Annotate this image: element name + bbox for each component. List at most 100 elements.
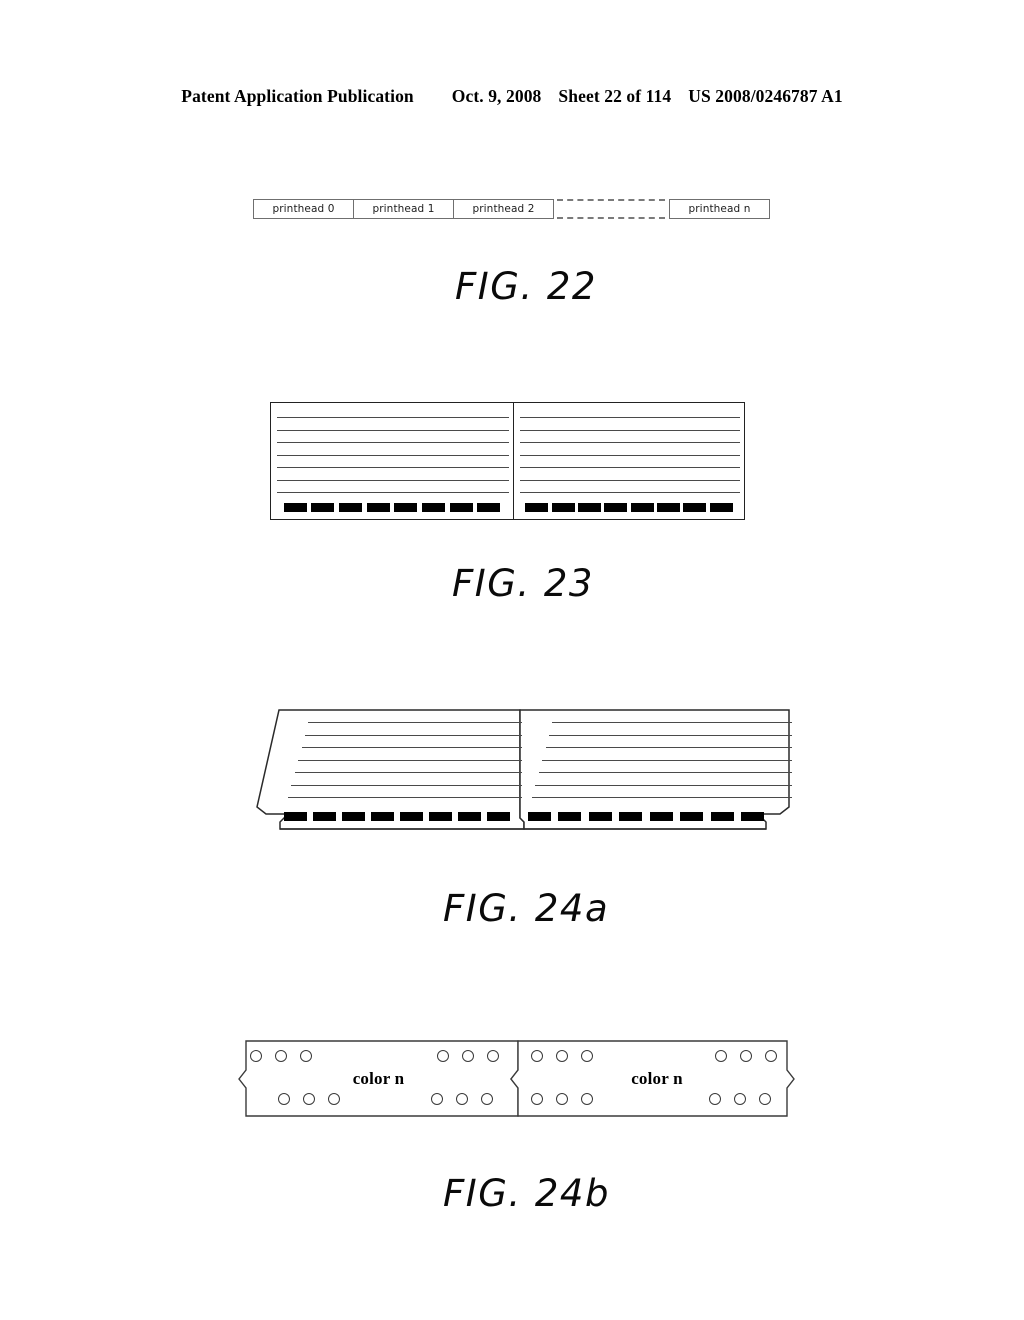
- fig23-nozzle: [683, 502, 707, 512]
- fig23-nozzle: [477, 502, 501, 512]
- fig23-panel-right: [513, 402, 745, 520]
- fig23-hline: [277, 442, 509, 443]
- fig24b-hole-group: [278, 1093, 340, 1105]
- fig23-nozzle: [338, 502, 362, 512]
- printhead-box-label: printhead n: [688, 203, 751, 215]
- fig24a-hline: [308, 722, 522, 723]
- fig24a-panel-right: [522, 708, 792, 832]
- fig24b-caption: FIG. 24b: [443, 1172, 610, 1215]
- fig23-hline: [277, 429, 509, 431]
- fig23-nozzle: [449, 502, 473, 512]
- fig24b-color-label: color n: [631, 1069, 683, 1088]
- fig24a-nozzle: [649, 811, 673, 821]
- fig23-hline: [277, 492, 509, 493]
- fig24b-nozzle-hole: [709, 1093, 721, 1105]
- fig24a-hline: [539, 772, 792, 773]
- header-date: Oct. 9, 2008: [451, 86, 542, 106]
- fig24b-notched-printhead-pair: color n color n: [238, 1039, 795, 1119]
- fig24a-nozzle-row: [284, 811, 510, 821]
- fig24a-nozzle: [342, 811, 365, 821]
- fig24a-hline: [305, 734, 522, 736]
- fig22-printhead-strip: printhead 0 printhead 1 printhead 2 prin…: [253, 199, 770, 219]
- printhead-box-label: printhead 1: [372, 203, 435, 215]
- fig23-nozzle: [283, 502, 307, 512]
- fig24b-hole-group: [431, 1093, 493, 1105]
- fig23-nozzle-row: [514, 502, 744, 512]
- page-header: Patent Application Publication Oct. 9, 2…: [0, 86, 1024, 112]
- fig24a-caption: FIG. 24a: [443, 887, 610, 930]
- fig24a-hline: [295, 772, 522, 773]
- fig24a-hline: [542, 759, 792, 761]
- fig23-hline: [520, 429, 740, 431]
- fig24b-nozzle-hole: [462, 1050, 474, 1062]
- fig24a-nozzle: [710, 811, 734, 821]
- fig24a-nozzle: [528, 811, 551, 821]
- fig24a-nozzle: [619, 811, 643, 821]
- fig24a-nozzle: [558, 811, 582, 821]
- fig24a-nozzle: [284, 811, 307, 821]
- fig23-nozzle: [604, 502, 628, 512]
- fig24a-hline: [291, 784, 522, 786]
- fig23-panel-left: [270, 402, 514, 520]
- fig24a-panel-left: [252, 708, 522, 832]
- fig24b-nozzle-hole: [278, 1093, 290, 1105]
- fig24a-nozzle: [487, 811, 510, 821]
- ellipsis-dash-top: [557, 199, 665, 201]
- fig23-hline: [277, 417, 509, 418]
- fig23-nozzle: [311, 502, 335, 512]
- printhead-box-0: printhead 0: [253, 199, 354, 219]
- fig23-nozzle-row: [271, 502, 513, 512]
- fig24b-hole-group: [437, 1050, 499, 1062]
- fig24a-hline: [535, 784, 792, 786]
- fig23-caption: FIG. 23: [452, 562, 594, 605]
- fig24a-slanted-printhead-pair: [252, 708, 792, 832]
- printhead-box-n: printhead n: [669, 199, 770, 219]
- fig24b-nozzle-hole: [481, 1093, 493, 1105]
- fig23-nozzle: [366, 502, 390, 512]
- fig24b-panel-right: color n: [519, 1039, 795, 1119]
- fig23-hline: [277, 479, 509, 481]
- fig24a-nozzle: [400, 811, 423, 821]
- fig24a-nozzle: [740, 811, 764, 821]
- fig23-nozzle: [421, 502, 445, 512]
- fig24a-hline: [552, 722, 792, 723]
- fig23-nozzle: [394, 502, 418, 512]
- fig24b-panel-left: color n: [238, 1039, 519, 1119]
- fig23-hline: [520, 454, 740, 456]
- fig24b-nozzle-hole: [531, 1093, 543, 1105]
- fig24a-hline: [298, 759, 522, 761]
- fig24b-nozzle-hole: [531, 1050, 543, 1062]
- fig23-hline: [277, 467, 509, 468]
- fig24b-nozzle-hole: [250, 1050, 262, 1062]
- fig24b-nozzle-hole: [275, 1050, 287, 1062]
- header-publication: Patent Application Publication: [181, 86, 414, 106]
- fig24b-nozzle-hole: [431, 1093, 443, 1105]
- fig23-nozzle: [656, 502, 680, 512]
- fig24a-hline: [546, 747, 792, 748]
- fig24b-hole-group: [715, 1050, 777, 1062]
- fig23-nozzle: [525, 502, 549, 512]
- fig24b-hole-group: [250, 1050, 312, 1062]
- fig23-hline: [520, 492, 740, 493]
- fig24a-nozzle: [680, 811, 704, 821]
- fig24b-nozzle-hole: [556, 1093, 568, 1105]
- fig23-nozzle: [630, 502, 654, 512]
- fig23-rectangular-printhead-pair: [270, 402, 745, 520]
- fig24b-nozzle-hole: [300, 1050, 312, 1062]
- fig24a-nozzle: [588, 811, 612, 821]
- printhead-box-label: printhead 0: [272, 203, 335, 215]
- fig23-hline: [520, 467, 740, 468]
- fig24a-hline: [288, 797, 522, 798]
- printhead-box-label: printhead 2: [472, 203, 535, 215]
- fig23-nozzle: [709, 502, 733, 512]
- fig24b-nozzle-hole: [581, 1050, 593, 1062]
- fig24b-hole-group: [709, 1093, 771, 1105]
- fig24a-nozzle: [429, 811, 452, 821]
- fig24b-hole-group: [531, 1093, 593, 1105]
- fig24b-nozzle-hole: [303, 1093, 315, 1105]
- fig24b-nozzle-hole: [759, 1093, 771, 1105]
- fig24b-nozzle-hole: [740, 1050, 752, 1062]
- ellipsis-dash-bottom: [557, 217, 665, 219]
- header-sheet: Sheet 22 of 114: [558, 86, 672, 106]
- printhead-box-1: printhead 1: [353, 199, 454, 219]
